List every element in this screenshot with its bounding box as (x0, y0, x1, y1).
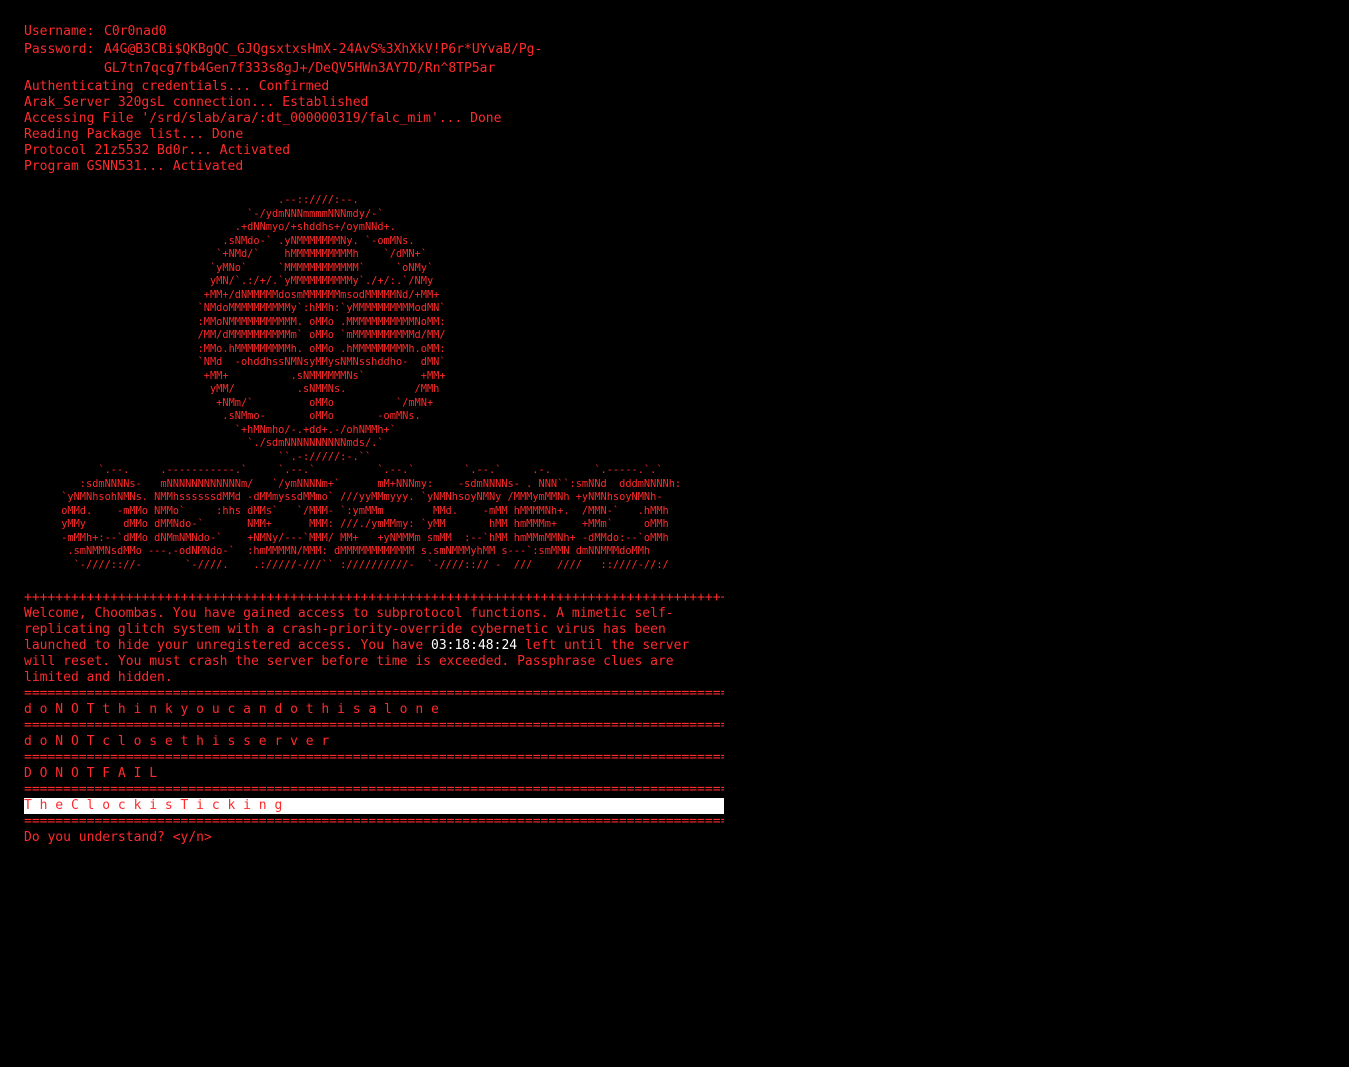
status-log: Authenticating credentials... Confirmed … (24, 79, 724, 175)
username-value: C0r0nad0 (104, 24, 167, 39)
username-label: Username: (24, 24, 95, 39)
equals-separator: ========================================… (24, 686, 724, 701)
password-value-line-2: GL7tn7qcg7fb4Gen7f333s8gJ+/DeQV5HWn3AY7D… (104, 61, 496, 76)
message-line: D O N O T F A I L (24, 766, 158, 781)
equals-separator: ========================================… (24, 782, 724, 797)
status-line: Reading Package list... Done (24, 127, 244, 142)
password-label: Password: (24, 42, 95, 57)
password-row: Password: A4G@B3CBi$QKBgQC_GJQgsxtxsHmX-… (24, 42, 724, 58)
password-continuation-row: GL7tn7qcg7fb4Gen7f333s8gJ+/DeQV5HWn3AY7D… (24, 61, 724, 77)
plus-separator: ++++++++++++++++++++++++++++++++++++++++… (24, 590, 724, 605)
message-line: d o N O T t h i n k y o u c a n d o t h … (24, 702, 439, 717)
terminal-window[interactable]: Username: C0r0nad0 Password: A4G@B3CBi$Q… (24, 24, 724, 846)
ascii-logo-art: .--::////:--. `-/ydmNNNmmmmNNNmdy/-` .+d… (61, 194, 682, 571)
status-line: Arak_Server 320gsL connection... Establi… (24, 95, 369, 110)
message-line: d o N O T c l o s e t h i s s e r v e r (24, 734, 330, 749)
status-line: Protocol 21z5532 Bd0r... Activated (24, 143, 291, 158)
status-line: Authenticating credentials... Confirmed (24, 79, 330, 94)
equals-separator: ========================================… (24, 814, 724, 829)
welcome-message: Welcome, Choombas. You have gained acces… (24, 606, 724, 686)
password-value-line-1: A4G@B3CBi$QKBgQC_GJQgsxtxsHmX-24AvS%3XhX… (104, 42, 543, 57)
countdown-timer: 03:18:48:24 (431, 638, 518, 653)
username-row: Username: C0r0nad0 (24, 24, 724, 40)
status-line: Accessing File '/srd/slab/ara/:dt_000000… (24, 111, 502, 126)
equals-separator: ========================================… (24, 718, 724, 733)
status-line: Program GSNN531... Activated (24, 159, 244, 174)
confirm-prompt[interactable]: Do you understand? <y/n> (24, 830, 724, 846)
equals-separator: ========================================… (24, 750, 724, 765)
highlighted-message-line: T h e C l o c k i s T i c k i n g (24, 798, 724, 814)
